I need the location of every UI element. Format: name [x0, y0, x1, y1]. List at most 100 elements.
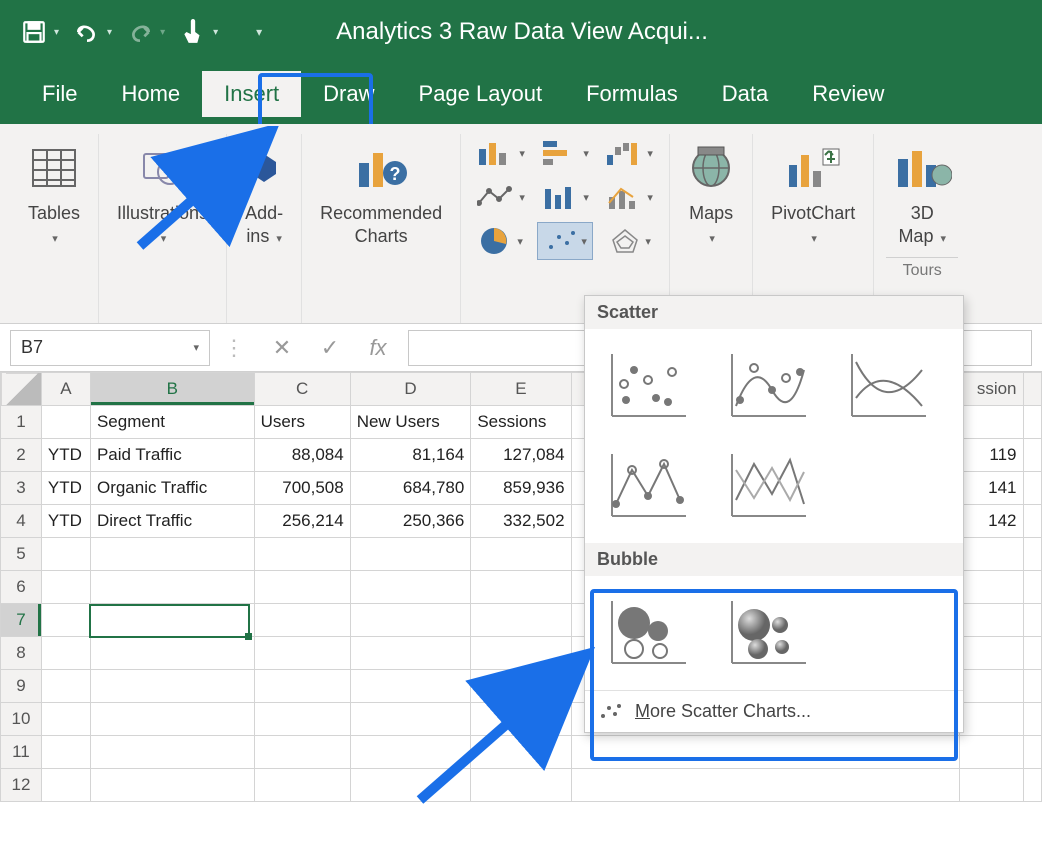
addins-icon: [246, 138, 282, 198]
row-header-5[interactable]: 5: [1, 538, 42, 571]
qat-redo-dropdown[interactable]: ▾: [160, 27, 165, 38]
scatter-option-4[interactable]: [593, 441, 703, 531]
col-header-last[interactable]: [1023, 373, 1041, 406]
row-header-12[interactable]: 12: [1, 769, 42, 802]
cell-D2[interactable]: 81,164: [350, 439, 471, 472]
pivotchart-button[interactable]: PivotChart▾: [765, 134, 861, 253]
line-chart-button[interactable]: ▾: [473, 178, 529, 216]
scatter-option-3[interactable]: [833, 341, 943, 431]
cell-D4[interactable]: 250,366: [350, 505, 471, 538]
scatter-option-2[interactable]: [713, 341, 823, 431]
cell-B1[interactable]: Segment: [90, 406, 254, 439]
row-header-11[interactable]: 11: [1, 736, 42, 769]
cell-E4[interactable]: 332,502: [471, 505, 571, 538]
tab-data[interactable]: Data: [700, 71, 790, 117]
ribbon: Tables▾ Illustrations▾ Add- ins ▾ ? Reco…: [0, 124, 1042, 324]
pie-chart-button[interactable]: ▾: [473, 222, 529, 260]
col-header-B[interactable]: B: [90, 373, 254, 406]
col-header-C[interactable]: C: [254, 373, 350, 406]
pivotchart-label: PivotChart▾: [771, 202, 855, 249]
expand-formula-icon[interactable]: ⋮: [210, 330, 258, 366]
tab-review[interactable]: Review: [790, 71, 906, 117]
cell-C1[interactable]: Users: [254, 406, 350, 439]
row-header-2[interactable]: 2: [1, 439, 42, 472]
title-bar: ▾ ▾ ▾ ▾ ▾ Analytics 3 Raw Data View Acqu…: [0, 0, 1042, 64]
row-header-3[interactable]: 3: [1, 472, 42, 505]
cancel-icon[interactable]: ✕: [258, 330, 306, 366]
cell-C2[interactable]: 88,084: [254, 439, 350, 472]
illustrations-label: Illustrations▾: [117, 202, 208, 249]
row-header-7[interactable]: 7: [1, 604, 42, 637]
qat-undo-dropdown[interactable]: ▾: [107, 27, 112, 38]
maps-button[interactable]: Maps▾: [682, 134, 740, 253]
recommended-charts-button[interactable]: ? Recommended Charts: [314, 134, 448, 253]
save-icon[interactable]: [20, 18, 48, 46]
undo-icon[interactable]: [73, 18, 101, 46]
scatter-chart-button[interactable]: ▾: [537, 222, 593, 260]
tab-page-layout[interactable]: Page Layout: [397, 71, 565, 117]
illustrations-icon: [140, 138, 186, 198]
qat-customize-dropdown[interactable]: ▾: [256, 25, 262, 39]
enter-icon[interactable]: ✓: [306, 330, 354, 366]
tab-draw[interactable]: Draw: [301, 71, 396, 117]
scatter-option-1[interactable]: [593, 341, 703, 431]
tables-button[interactable]: Tables▾: [22, 134, 86, 253]
cell-B3[interactable]: Organic Traffic: [90, 472, 254, 505]
cell-E2[interactable]: 127,084: [471, 439, 571, 472]
select-all-corner[interactable]: [1, 373, 42, 406]
qat-touch-dropdown[interactable]: ▾: [213, 27, 218, 38]
row-header-8[interactable]: 8: [1, 637, 42, 670]
tab-formulas[interactable]: Formulas: [564, 71, 700, 117]
illustrations-button[interactable]: Illustrations▾: [111, 134, 214, 253]
cell-G2[interactable]: 119: [960, 439, 1023, 472]
scatter-dropdown: Scatter Bubble More Scatter Charts...: [584, 295, 964, 733]
3d-map-button[interactable]: 3DMap ▾: [886, 134, 958, 253]
bubble-option-1[interactable]: [593, 588, 703, 678]
row-header-1[interactable]: 1: [1, 406, 42, 439]
more-scatter-charts-link[interactable]: More Scatter Charts...: [585, 690, 963, 732]
col-header-D[interactable]: D: [350, 373, 471, 406]
column-chart-button[interactable]: ▾: [473, 134, 529, 172]
waterfall-button[interactable]: ▾: [601, 134, 657, 172]
cell-B4[interactable]: Direct Traffic: [90, 505, 254, 538]
row-header-4[interactable]: 4: [1, 505, 42, 538]
row-header-10[interactable]: 10: [1, 703, 42, 736]
combo-chart-button[interactable]: ▾: [601, 178, 657, 216]
tab-home[interactable]: Home: [99, 71, 202, 117]
addins-button[interactable]: Add- ins ▾: [239, 134, 289, 253]
row-header-6[interactable]: 6: [1, 571, 42, 604]
scatter-option-5[interactable]: [713, 441, 823, 531]
cell-A2[interactable]: YTD: [41, 439, 90, 472]
cell-G3[interactable]: 141: [960, 472, 1023, 505]
col-header-A[interactable]: A: [41, 373, 90, 406]
ribbon-tabs: File Home Insert Draw Page Layout Formul…: [0, 64, 1042, 124]
cell-A3[interactable]: YTD: [41, 472, 90, 505]
touch-mode-icon[interactable]: [179, 18, 207, 46]
bubble-section-header: Bubble: [585, 543, 963, 576]
bubble-option-2[interactable]: [713, 588, 823, 678]
row-header-9[interactable]: 9: [1, 670, 42, 703]
cell-D1[interactable]: New Users: [350, 406, 471, 439]
3d-map-icon: [892, 138, 952, 198]
name-box[interactable]: B7 ▾: [10, 330, 210, 366]
cell-B2[interactable]: Paid Traffic: [90, 439, 254, 472]
cell-G4[interactable]: 142: [960, 505, 1023, 538]
fx-icon[interactable]: fx: [354, 330, 402, 366]
col-header-ssion[interactable]: ssion: [960, 373, 1023, 406]
radar-chart-button[interactable]: ▾: [601, 222, 657, 260]
qat-save-dropdown[interactable]: ▾: [54, 27, 59, 38]
cell-C4[interactable]: 256,214: [254, 505, 350, 538]
cell-A4[interactable]: YTD: [41, 505, 90, 538]
scatter-section-header: Scatter: [585, 296, 963, 329]
tab-file[interactable]: File: [20, 71, 99, 117]
redo-icon[interactable]: [126, 18, 154, 46]
cell-E1[interactable]: Sessions: [471, 406, 571, 439]
col-header-E[interactable]: E: [471, 373, 571, 406]
cell-E3[interactable]: 859,936: [471, 472, 571, 505]
cell-C3[interactable]: 700,508: [254, 472, 350, 505]
tab-insert[interactable]: Insert: [202, 71, 301, 117]
bar-chart-button[interactable]: ▾: [537, 134, 593, 172]
stats-chart-button[interactable]: ▾: [537, 178, 593, 216]
recommended-charts-label: Recommended Charts: [320, 202, 442, 249]
cell-D3[interactable]: 684,780: [350, 472, 471, 505]
